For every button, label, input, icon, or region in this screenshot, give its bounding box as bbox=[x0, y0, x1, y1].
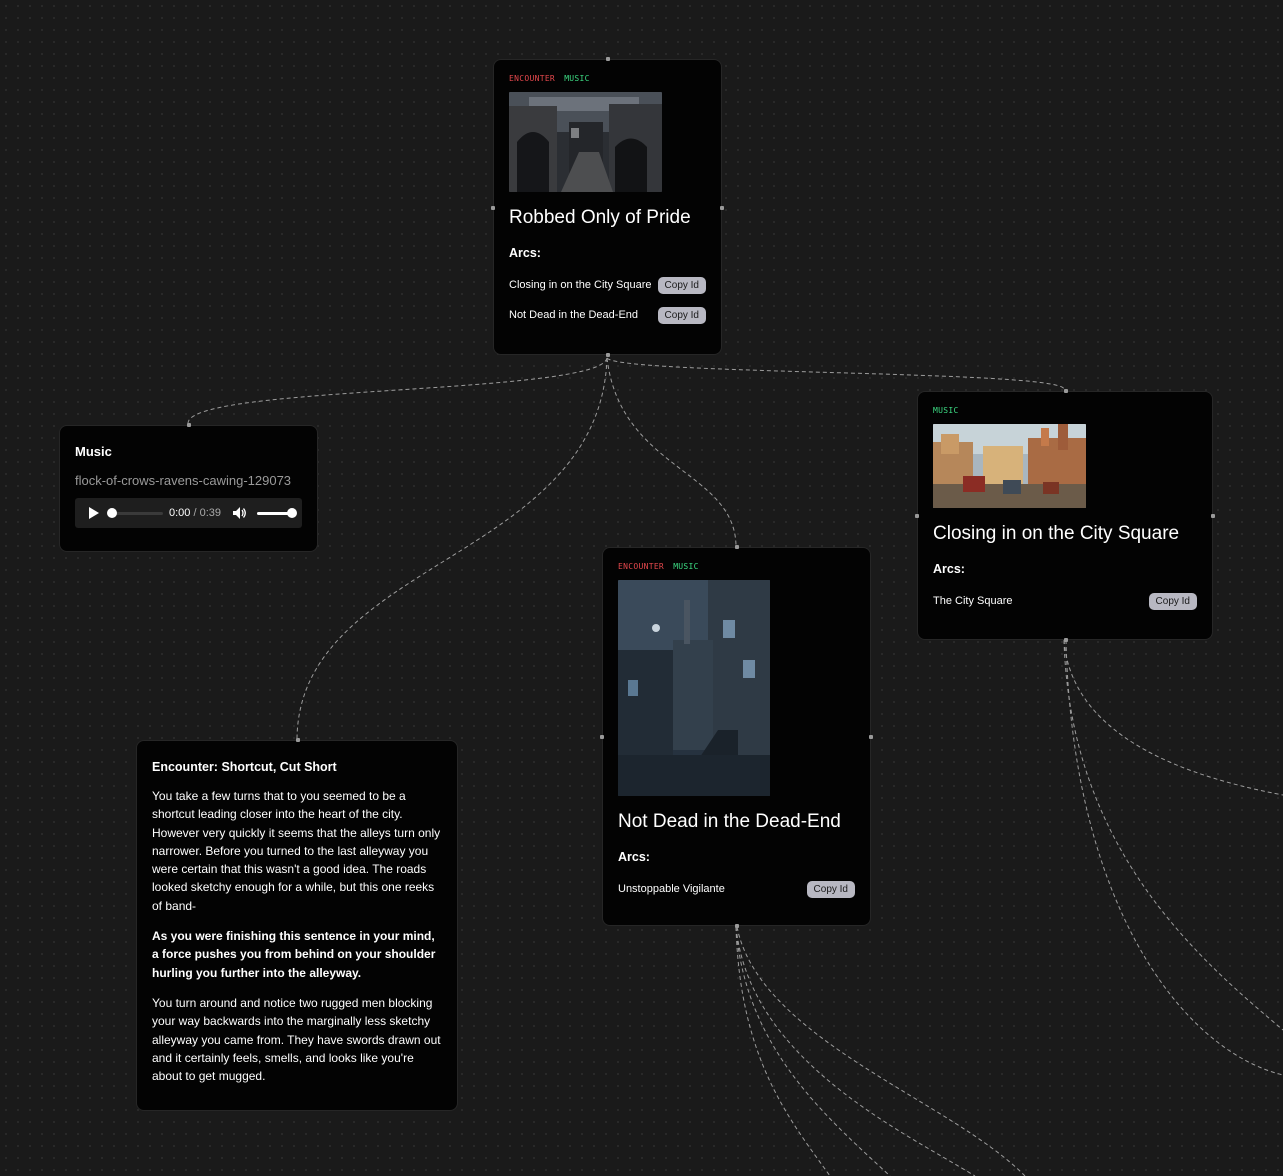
copy-id-button[interactable]: Copy Id bbox=[1148, 592, 1197, 610]
node-title: Not Dead in the Dead-End bbox=[618, 811, 841, 832]
tag-encounter: ENCOUNTER bbox=[509, 74, 556, 83]
arc-label: Closing in on the City Square bbox=[509, 279, 652, 291]
node-handle-right[interactable] bbox=[720, 206, 724, 210]
edge-robbed-to-city-square bbox=[606, 357, 1065, 390]
node-title: Robbed Only of Pride bbox=[509, 207, 691, 228]
encounter-paragraph: You turn around and notice two rugged me… bbox=[152, 995, 441, 1084]
node-title: Closing in on the City Square bbox=[933, 523, 1180, 544]
arc-row: Closing in on the City Square Copy Id bbox=[509, 270, 706, 300]
node-music[interactable]: Music flock-of-crows-ravens-cawing-12907… bbox=[59, 423, 318, 552]
edge-dead-end-out-1 bbox=[735, 926, 831, 1176]
copy-id-button[interactable]: Copy Id bbox=[806, 880, 855, 898]
node-handle-top[interactable] bbox=[296, 738, 300, 742]
edge-city-square-out-3 bbox=[1065, 639, 1283, 1076]
edge-city-square-out-1 bbox=[1063, 639, 1283, 796]
node-tags: ENCOUNTER MUSIC bbox=[509, 74, 706, 83]
tag-encounter: ENCOUNTER bbox=[618, 562, 665, 571]
encounter-paragraph: You take a few turns that to you seemed … bbox=[152, 789, 441, 913]
node-encounter-shortcut-cut-short[interactable]: Encounter: Shortcut, Cut Short You take … bbox=[136, 738, 458, 1111]
copy-id-button[interactable]: Copy Id bbox=[657, 276, 706, 294]
arc-label: The City Square bbox=[933, 595, 1013, 607]
current-time: 0:00 bbox=[169, 507, 191, 519]
music-filename: flock-of-crows-ravens-cawing-129073 bbox=[75, 473, 292, 488]
arc-row: The City Square Copy Id bbox=[933, 586, 1197, 616]
node-title: Music bbox=[75, 444, 112, 459]
tag-music: MUSIC bbox=[673, 562, 699, 571]
edge-robbed-to-encounter bbox=[296, 357, 608, 739]
arc-label: Unstoppable Vigilante bbox=[618, 883, 725, 895]
time-readout: 0:00 / 0:39 bbox=[169, 507, 221, 519]
node-handle-top[interactable] bbox=[187, 423, 191, 427]
copy-id-button[interactable]: Copy Id bbox=[657, 306, 706, 324]
play-icon[interactable] bbox=[89, 507, 99, 519]
node-handle-left[interactable] bbox=[600, 735, 604, 739]
arcs-label: Arcs: bbox=[933, 562, 965, 576]
node-tags: ENCOUNTER MUSIC bbox=[618, 562, 855, 571]
node-tags: MUSIC bbox=[933, 406, 1197, 415]
progress-knob[interactable] bbox=[107, 507, 117, 518]
progress-slider[interactable] bbox=[107, 507, 163, 518]
node-handle-left[interactable] bbox=[915, 514, 919, 518]
node-robbed-only-of-pride[interactable]: ENCOUNTER MUSIC Robbed Only of Pride Arc… bbox=[491, 57, 724, 357]
arc-row: Unstoppable Vigilante Copy Id bbox=[618, 874, 855, 904]
node-handle-bottom[interactable] bbox=[1064, 638, 1068, 642]
audio-player: 0:00 / 0:39 bbox=[75, 498, 302, 528]
node-handle-bottom[interactable] bbox=[735, 924, 739, 928]
volume-icon[interactable] bbox=[233, 507, 247, 519]
arcs-label: Arcs: bbox=[509, 246, 541, 260]
arc-label: Not Dead in the Dead-End bbox=[509, 309, 639, 321]
edge-dead-end-out-3 bbox=[735, 926, 976, 1176]
node-thumbnail bbox=[933, 424, 1086, 508]
node-handle-left[interactable] bbox=[491, 206, 495, 210]
node-closing-in-on-the-city-square[interactable]: MUSIC Closing in on the City Square Arcs… bbox=[915, 389, 1215, 642]
node-handle-top[interactable] bbox=[735, 545, 739, 549]
arcs-label: Arcs: bbox=[618, 850, 650, 864]
duration: / 0:39 bbox=[193, 507, 222, 519]
node-handle-right[interactable] bbox=[869, 735, 873, 739]
volume-knob[interactable] bbox=[287, 507, 298, 518]
edge-robbed-to-dead-end bbox=[606, 357, 737, 547]
encounter-heading: Encounter: Shortcut, Cut Short bbox=[152, 760, 337, 774]
tag-music: MUSIC bbox=[933, 406, 959, 415]
volume-slider[interactable] bbox=[257, 507, 298, 518]
node-handle-top[interactable] bbox=[1064, 389, 1068, 393]
edge-dead-end-out-4 bbox=[736, 926, 1026, 1176]
edge-robbed-to-music bbox=[187, 357, 608, 424]
tag-music: MUSIC bbox=[564, 74, 590, 83]
node-thumbnail bbox=[509, 92, 662, 192]
node-not-dead-in-the-dead-end[interactable]: ENCOUNTER MUSIC Not Dead in the Dead-End… bbox=[600, 545, 873, 928]
edge-dead-end-out-2 bbox=[735, 926, 891, 1176]
node-handle-right[interactable] bbox=[1211, 514, 1215, 518]
encounter-paragraph-bold: As you were finishing this sentence in y… bbox=[152, 929, 436, 980]
node-handle-top[interactable] bbox=[606, 57, 610, 61]
node-handle-bottom[interactable] bbox=[606, 353, 610, 357]
edge-city-square-out-2 bbox=[1063, 639, 1283, 1031]
arc-row: Not Dead in the Dead-End Copy Id bbox=[509, 300, 706, 330]
node-thumbnail bbox=[618, 580, 770, 796]
